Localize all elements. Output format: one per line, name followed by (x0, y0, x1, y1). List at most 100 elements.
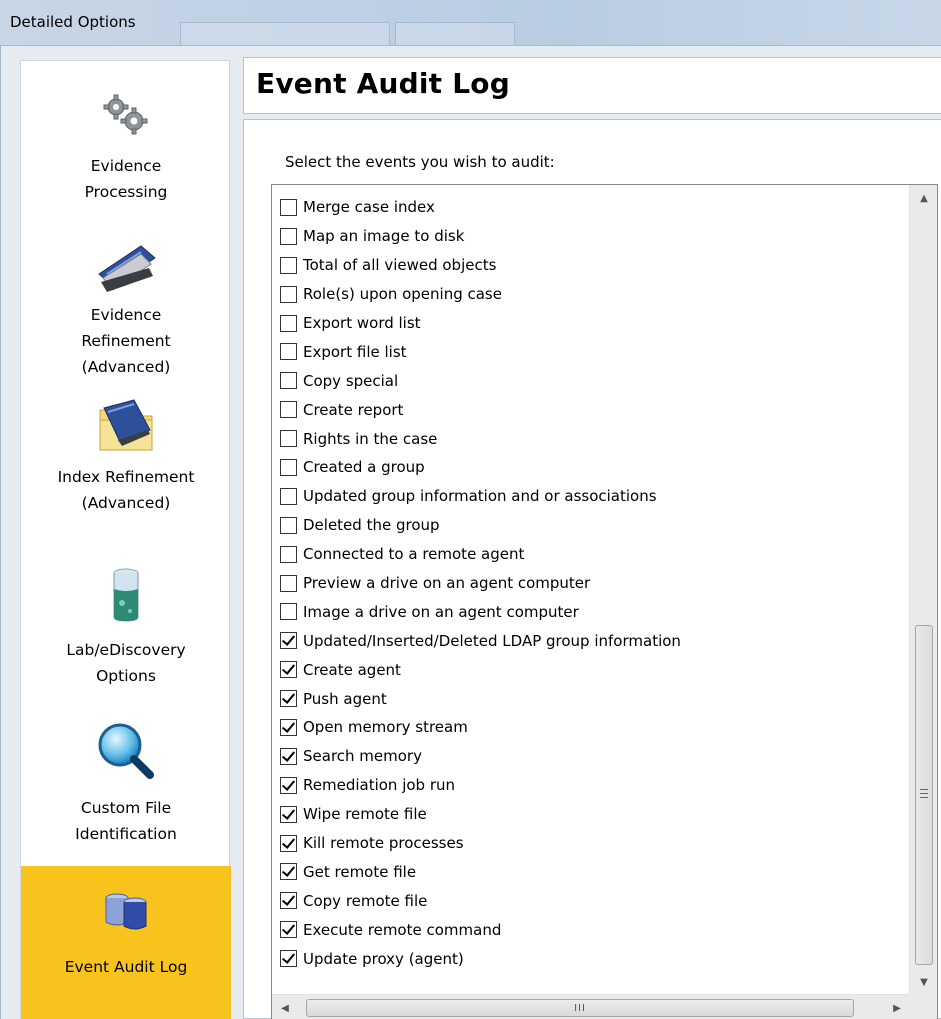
checkbox-unchecked[interactable] (280, 314, 297, 332)
event-checklist[interactable]: Merge case index Map an image to disk Tota… (271, 184, 938, 1019)
event-label: Deleted the group (303, 516, 440, 535)
sidebar-item-label: (Advanced) (81, 494, 171, 512)
checkbox-unchecked[interactable] (280, 430, 297, 448)
checkbox-unchecked[interactable] (280, 227, 297, 245)
event-label: Role(s) upon opening case (303, 285, 502, 304)
checkbox-checked[interactable] (280, 863, 297, 881)
list-item[interactable]: Preview a drive on an agent computer (280, 569, 900, 598)
checkbox-checked[interactable] (280, 950, 297, 968)
event-label: Execute remote command (303, 920, 502, 939)
checkbox-unchecked[interactable] (280, 343, 297, 361)
checkbox-unchecked[interactable] (280, 285, 297, 303)
list-item[interactable]: Open memory stream (280, 713, 900, 742)
sidebar-item-label: Evidence (90, 157, 162, 175)
list-item[interactable]: Kill remote processes (280, 829, 900, 858)
dialog-body: Evidence Processing Evidence Refinement … (0, 46, 941, 1019)
list-item[interactable]: Rights in the case (280, 424, 900, 453)
event-label: Updated group information and or associa… (303, 487, 657, 506)
sidebar-item-index-refinement[interactable]: Index Refinement (Advanced) (21, 396, 231, 541)
sidebar-item-label: Lab/eDiscovery (66, 641, 186, 659)
list-item[interactable]: Remediation job run (280, 771, 900, 800)
list-item[interactable]: Export file list (280, 337, 900, 366)
grip-icon (920, 789, 928, 798)
scroll-left-icon[interactable]: ◀ (272, 995, 298, 1019)
window-title: Detailed Options (10, 13, 136, 31)
list-item[interactable]: Copy remote file (280, 886, 900, 915)
list-item[interactable]: Role(s) upon opening case (280, 280, 900, 309)
list-item[interactable]: Deleted the group (280, 511, 900, 540)
checkbox-checked[interactable] (280, 805, 297, 823)
sidebar-item-evidence-processing[interactable]: Evidence Processing (21, 71, 231, 221)
checkbox-unchecked[interactable] (280, 487, 297, 505)
checkbox-checked[interactable] (280, 690, 297, 708)
scroll-up-icon[interactable]: ▲ (910, 185, 938, 211)
list-item[interactable]: Copy special (280, 366, 900, 395)
checkbox-unchecked[interactable] (280, 256, 297, 274)
list-item[interactable]: Updated group information and or associa… (280, 482, 900, 511)
sidebar-item-label: Options (96, 667, 156, 685)
event-label: Kill remote processes (303, 834, 464, 853)
sidebar-item-event-audit-log[interactable]: Event Audit Log (21, 866, 231, 1019)
checkbox-unchecked[interactable] (280, 574, 297, 592)
sidebar-item-label: Processing (84, 183, 168, 201)
sidebar-item-label: Index Refinement (57, 468, 195, 486)
sidebar-item-evidence-refinement[interactable]: Evidence Refinement (Advanced) (21, 226, 231, 391)
vertical-scroll-thumb[interactable] (915, 625, 933, 965)
background-window-tab (395, 22, 515, 46)
checkbox-unchecked[interactable] (280, 458, 297, 476)
event-label: Total of all viewed objects (303, 256, 497, 275)
event-label: Merge case index (303, 198, 435, 217)
list-item[interactable]: Image a drive on an agent computer (280, 597, 900, 626)
checkbox-checked[interactable] (280, 834, 297, 852)
checkbox-checked[interactable] (280, 632, 297, 650)
list-item[interactable]: Get remote file (280, 857, 900, 886)
gears-icon (103, 94, 148, 135)
list-item[interactable]: Update proxy (agent) (280, 944, 900, 973)
page-header: Event Audit Log (243, 57, 941, 114)
list-item[interactable]: Updated/Inserted/Deleted LDAP group info… (280, 626, 900, 655)
event-label: Preview a drive on an agent computer (303, 574, 591, 593)
event-label: Open memory stream (303, 718, 468, 737)
scroll-right-icon[interactable]: ▶ (884, 995, 910, 1019)
scroll-down-icon[interactable]: ▼ (910, 969, 938, 995)
checkbox-unchecked[interactable] (280, 516, 297, 534)
checkbox-unchecked[interactable] (280, 545, 297, 563)
list-item[interactable]: Create report (280, 395, 900, 424)
checkbox-checked[interactable] (280, 661, 297, 679)
checkbox-checked[interactable] (280, 718, 297, 736)
database-icon (105, 893, 147, 930)
list-item[interactable]: Push agent (280, 684, 900, 713)
list-item[interactable]: Map an image to disk (280, 222, 900, 251)
checkbox-checked[interactable] (280, 892, 297, 910)
horizontal-scrollbar[interactable]: ◀ III ▶ (272, 994, 910, 1019)
list-item[interactable]: Wipe remote file (280, 800, 900, 829)
list-item[interactable]: Search memory (280, 742, 900, 771)
list-item[interactable]: Create agent (280, 655, 900, 684)
horizontal-scroll-thumb[interactable]: III (306, 999, 854, 1017)
checkbox-checked[interactable] (280, 776, 297, 794)
checkbox-unchecked[interactable] (280, 603, 297, 621)
event-label: Copy remote file (303, 891, 428, 910)
list-item[interactable]: Total of all viewed objects (280, 251, 900, 280)
list-item[interactable]: Created a group (280, 453, 900, 482)
scrollbar-corner (909, 994, 937, 1019)
sidebar-nav: Evidence Processing Evidence Refinement … (20, 60, 231, 1019)
checkbox-unchecked[interactable] (280, 372, 297, 390)
list-item[interactable]: Connected to a remote agent (280, 540, 900, 569)
checkbox-checked[interactable] (280, 921, 297, 939)
list-item[interactable]: Execute remote command (280, 915, 900, 944)
grip-icon: III (574, 1002, 586, 1014)
sidebar-item-custom-file-identification[interactable]: Custom File Identification (21, 711, 231, 861)
sidebar-item-lab-ediscovery-options[interactable]: Lab/eDiscovery Options (21, 551, 231, 701)
checkbox-unchecked[interactable] (280, 401, 297, 419)
list-item[interactable]: Export word list (280, 309, 900, 338)
vertical-scrollbar[interactable]: ▲ ▼ (909, 185, 937, 995)
event-label: Wipe remote file (303, 805, 427, 824)
checkbox-checked[interactable] (280, 747, 297, 765)
event-label: Export file list (303, 342, 407, 361)
checkbox-unchecked[interactable] (280, 198, 297, 216)
event-label: Search memory (303, 747, 422, 766)
sidebar-item-label: Refinement (81, 332, 171, 350)
event-label: Update proxy (agent) (303, 949, 464, 968)
list-item[interactable]: Merge case index (280, 193, 900, 222)
